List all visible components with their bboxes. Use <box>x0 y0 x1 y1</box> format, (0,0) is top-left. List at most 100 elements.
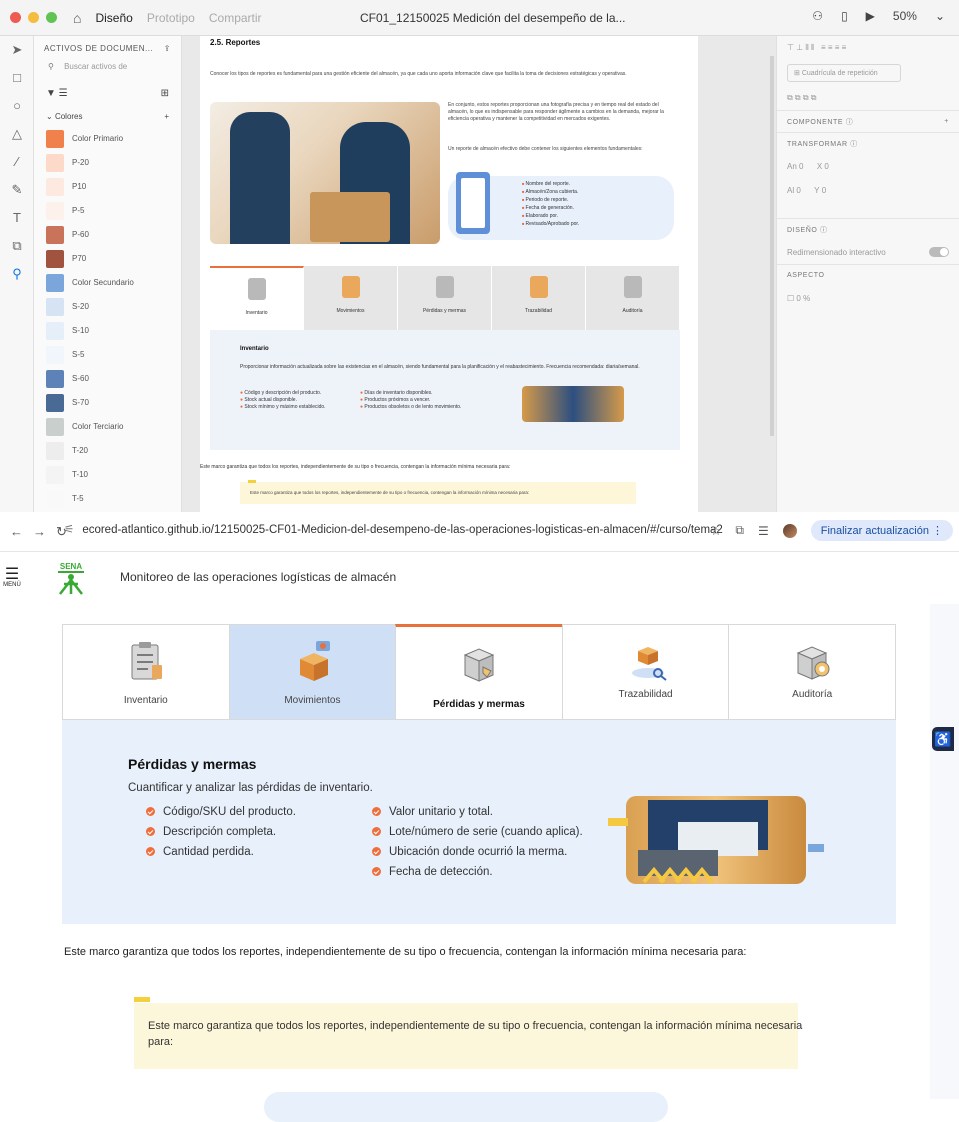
pen-tool-icon[interactable]: ✎ <box>0 176 34 204</box>
opacity-row[interactable]: ☐ 0 % <box>777 286 959 310</box>
tab-auditoría[interactable]: Auditoría <box>728 624 896 720</box>
align-tools[interactable]: ⊤ ⊥ ⫴ ⫴ ≡ ≡ ≡ ≡ <box>777 36 959 60</box>
color-swatch-item[interactable]: Color Primario <box>34 128 181 149</box>
color-swatch-item[interactable]: T-10 <box>34 464 181 485</box>
profile-avatar[interactable] <box>782 523 797 538</box>
tab-inventario[interactable]: Inventario <box>62 624 229 720</box>
add-color-icon[interactable]: + <box>164 112 169 124</box>
color-swatch-item[interactable]: P10 <box>34 176 181 197</box>
colors-section-header[interactable]: ⌄ Colores + <box>34 108 181 128</box>
artboard[interactable]: 2.5. Reportes Conocer los tipos de repor… <box>200 36 698 512</box>
tab-trazabilidad[interactable]: Trazabilidad <box>561 624 729 720</box>
assets-title[interactable]: ACTIVOS DE DOCUMEN... <box>44 44 153 58</box>
add-component-icon[interactable]: + <box>944 118 949 125</box>
color-swatch-item[interactable]: P-20 <box>34 152 181 173</box>
line-tool-icon[interactable]: ∕ <box>0 148 34 176</box>
color-swatch-item[interactable]: S-70 <box>34 392 181 413</box>
star-icon[interactable]: ☆ <box>711 524 722 538</box>
export-icon[interactable]: ⇪ <box>164 44 171 58</box>
color-swatch-item[interactable]: S-5 <box>34 344 181 365</box>
component-section[interactable]: COMPONENTE ⓘ + <box>777 110 959 132</box>
filter-icon[interactable]: ▼ ☰ <box>46 88 68 104</box>
color-swatch-label: Color Terciario <box>72 422 124 431</box>
chevron-down-icon[interactable]: ⌄ <box>935 9 945 23</box>
artboard-panel-desc: Proporcionar información actualizada sob… <box>240 364 640 370</box>
clipboard-list-item: Fecha de generación. <box>522 204 579 212</box>
menu-button[interactable]: ☰ MENÚ <box>0 567 24 589</box>
artboard-tab-icon <box>529 276 548 298</box>
document-title[interactable]: CF01_12150025 Medición del desempeño de … <box>360 11 626 25</box>
artboard-tab-icon <box>247 278 266 300</box>
boolean-tools[interactable]: ⧉ ⧉ ⧉ ⧉ <box>777 86 959 110</box>
panel-list-item-text: Valor unitario y total. <box>389 806 493 818</box>
tab-pérdidas-y-mermas[interactable]: Pérdidas y mermas <box>395 624 562 720</box>
extensions-icon[interactable]: ⧉ <box>735 523 744 538</box>
xd-canvas[interactable]: 2.5. Reportes Conocer los tipos de repor… <box>182 36 776 512</box>
canvas-scrollbar[interactable] <box>770 56 774 436</box>
back-icon[interactable]: ← <box>10 524 23 539</box>
color-swatch-label: T-20 <box>72 446 89 455</box>
close-window-button[interactable] <box>10 12 21 23</box>
polygon-tool-icon[interactable]: △ <box>0 120 34 148</box>
artboard-panel-list-item: Stock mínimo y máximo establecido. <box>240 404 325 411</box>
tab-movimientos[interactable]: Movimientos <box>228 624 396 720</box>
user-icon[interactable]: ⚇ <box>812 9 823 23</box>
color-chip <box>46 225 64 244</box>
check-bullet-icon <box>372 847 381 856</box>
minimize-window-button[interactable] <box>28 12 39 23</box>
color-swatch-item[interactable]: S-10 <box>34 320 181 341</box>
ellipse-tool-icon[interactable]: ○ <box>0 92 34 120</box>
color-swatch-item[interactable]: S-60 <box>34 368 181 389</box>
color-chip <box>46 297 64 316</box>
reading-list-icon[interactable]: ☰ <box>758 524 769 538</box>
responsive-resize-toggle[interactable] <box>929 247 949 257</box>
repeat-grid-button[interactable]: ⊞ Cuadrícula de repetición <box>787 64 901 82</box>
accessibility-icon[interactable]: ♿ <box>932 727 954 751</box>
colors-label: Colores <box>54 112 83 121</box>
artboard-tab[interactable]: Trazabilidad <box>492 266 586 330</box>
select-tool-icon[interactable]: ➤ <box>0 36 34 64</box>
device-preview-icon[interactable]: ▯ <box>841 9 848 23</box>
zoom-tool-icon[interactable]: ⚲ <box>0 260 34 288</box>
artboard-tab[interactable]: Pérdidas y mermas <box>398 266 492 330</box>
color-swatch-label: P-20 <box>72 158 89 167</box>
assets-search-input[interactable]: ⚲ Buscar activos de <box>44 62 171 80</box>
rectangle-tool-icon[interactable]: □ <box>0 64 34 92</box>
x-input[interactable]: 0 <box>824 162 828 171</box>
height-input[interactable]: 0 <box>796 186 800 195</box>
color-swatch-item[interactable]: Color Terciario <box>34 416 181 437</box>
view-toggle-icon[interactable]: ⊞ <box>161 88 169 104</box>
color-swatch-item[interactable]: P70 <box>34 248 181 269</box>
y-input[interactable]: 0 <box>822 186 826 195</box>
play-icon[interactable]: ▶ <box>866 9 875 23</box>
color-swatch-item[interactable]: T-5 <box>34 488 181 509</box>
tab-design[interactable]: Diseño <box>95 11 132 25</box>
update-button[interactable]: Finalizar actualización ⋮ <box>810 520 953 541</box>
opacity-value[interactable]: 0 % <box>796 294 810 303</box>
forward-icon[interactable]: → <box>33 524 46 539</box>
color-swatch-item[interactable]: Color Secundario <box>34 272 181 293</box>
color-swatch-item[interactable]: S-20 <box>34 296 181 317</box>
artboard-tab[interactable]: Movimientos <box>304 266 398 330</box>
color-swatch-item[interactable]: T-20 <box>34 440 181 461</box>
panel-list-item: Valor unitario y total. <box>372 806 493 818</box>
artboard-tab[interactable]: Inventario <box>210 266 304 330</box>
site-info-icon[interactable]: ⚟ <box>64 524 74 536</box>
artboard-tool-icon[interactable]: ⧉ <box>0 232 34 260</box>
home-icon[interactable]: ⌂ <box>73 10 81 26</box>
color-swatch-item[interactable]: P-60 <box>34 224 181 245</box>
zoom-window-button[interactable] <box>46 12 57 23</box>
width-input[interactable]: 0 <box>799 162 803 171</box>
address-bar[interactable]: ⚟ ecored-atlantico.github.io/12150025-CF0… <box>64 522 723 536</box>
color-swatch-item[interactable]: P-5 <box>34 200 181 221</box>
artboard-tab[interactable]: Auditoría <box>586 266 680 330</box>
sena-logo[interactable]: SENA <box>52 560 90 598</box>
tab-share[interactable]: Compartir <box>209 11 262 25</box>
browser-right-tools: ☆ ⧉ ☰ Finalizar actualización ⋮ <box>711 520 953 541</box>
zoom-level[interactable]: 50% <box>893 9 917 23</box>
text-tool-icon[interactable]: T <box>0 204 34 232</box>
color-chip <box>46 153 64 172</box>
color-swatch-label: P70 <box>72 254 87 263</box>
tab-prototype[interactable]: Prototipo <box>147 11 195 25</box>
tab-panel: Pérdidas y mermas Cuantificar y analizar… <box>62 720 896 924</box>
